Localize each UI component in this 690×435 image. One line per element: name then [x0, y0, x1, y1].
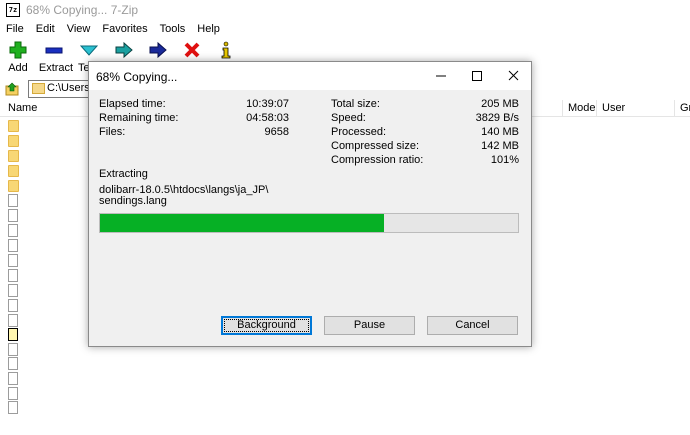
- remaining-time-label: Remaining time:: [99, 112, 179, 124]
- main-window-title: 68% Copying... 7-Zip: [26, 3, 139, 17]
- background-button[interactable]: Background: [221, 316, 312, 335]
- extract-label: Extract: [38, 62, 74, 74]
- close-button[interactable]: [495, 62, 531, 90]
- dialog-titlebar: 68% Copying...: [89, 62, 531, 90]
- copy-progress-dialog: 68% Copying... Elapsed time: 10:39:07 Re…: [88, 61, 532, 347]
- menu-edit[interactable]: Edit: [30, 21, 61, 39]
- column-user[interactable]: User: [602, 102, 625, 114]
- extract-button[interactable]: Extract: [36, 40, 76, 78]
- add-icon: [9, 41, 27, 59]
- main-titlebar: 7z 68% Copying... 7-Zip: [0, 0, 690, 20]
- file-icon[interactable]: [8, 314, 18, 327]
- close-icon: [508, 70, 519, 81]
- progress-bar-fill: [100, 214, 384, 232]
- menu-help[interactable]: Help: [191, 21, 226, 39]
- add-button[interactable]: Add: [0, 40, 36, 78]
- folder-icon[interactable]: [8, 150, 19, 162]
- pause-button[interactable]: Pause: [324, 316, 415, 335]
- processed-value: 140 MB: [481, 126, 519, 138]
- cancel-button-label: Cancel: [455, 319, 490, 331]
- focus-ring: [224, 319, 309, 332]
- column-group[interactable]: Gr: [680, 102, 690, 114]
- column-mode[interactable]: Mode: [568, 102, 596, 114]
- compression-ratio-label: Compression ratio:: [331, 154, 424, 166]
- 7zip-app-icon: 7z: [6, 3, 20, 17]
- file-icon[interactable]: [8, 224, 18, 237]
- speed-label: Speed:: [331, 112, 366, 124]
- maximize-button[interactable]: [459, 62, 495, 90]
- info-icon: [221, 41, 231, 59]
- move-icon: [149, 41, 167, 59]
- file-icon[interactable]: [8, 209, 18, 222]
- menu-favorites[interactable]: Favorites: [96, 21, 153, 39]
- file-icon[interactable]: [8, 387, 18, 400]
- menu-bar: File Edit View Favorites Tools Help: [0, 21, 226, 39]
- column-divider[interactable]: [596, 100, 597, 116]
- folder-icon: [32, 83, 45, 94]
- file-icon[interactable]: [8, 284, 18, 297]
- operation-label: Extracting: [99, 168, 148, 180]
- copy-icon: [115, 41, 133, 59]
- files-label: Files:: [99, 126, 126, 138]
- maximize-icon: [472, 71, 482, 81]
- column-name[interactable]: Name: [8, 102, 37, 114]
- file-icon[interactable]: [8, 401, 18, 414]
- extract-icon: [45, 47, 63, 54]
- elapsed-time-label: Elapsed time:: [99, 98, 166, 110]
- speed-value: 3829 B/s: [475, 112, 519, 124]
- add-label: Add: [8, 62, 28, 74]
- column-divider[interactable]: [674, 100, 675, 116]
- menu-view[interactable]: View: [61, 21, 97, 39]
- total-size-value: 205 MB: [481, 98, 519, 110]
- menu-file[interactable]: File: [0, 21, 30, 39]
- folder-up-icon[interactable]: [5, 82, 19, 96]
- folder-icon[interactable]: [8, 135, 19, 147]
- file-icon[interactable]: [8, 357, 18, 370]
- compressed-size-label: Compressed size:: [331, 140, 420, 152]
- minimize-icon: [436, 75, 446, 77]
- file-icon[interactable]: [8, 343, 18, 356]
- delete-icon: [184, 42, 200, 58]
- processed-label: Processed:: [331, 126, 387, 138]
- compression-ratio-value: 101%: [490, 154, 519, 166]
- file-icon[interactable]: [8, 372, 18, 385]
- settings-file-icon[interactable]: [8, 328, 18, 341]
- folder-icon[interactable]: [8, 180, 19, 192]
- file-icon[interactable]: [8, 254, 18, 267]
- total-size-label: Total size:: [331, 98, 380, 110]
- file-icon[interactable]: [8, 299, 18, 312]
- folder-icon[interactable]: [8, 120, 19, 132]
- file-icon[interactable]: [8, 239, 18, 252]
- progress-bar: [99, 213, 519, 233]
- compressed-size-value: 142 MB: [481, 140, 519, 152]
- current-file-name: sendings.lang: [99, 195, 167, 207]
- elapsed-time-value: 10:39:07: [246, 98, 289, 110]
- file-icon[interactable]: [8, 194, 18, 207]
- column-divider[interactable]: [562, 100, 563, 116]
- file-list: [0, 117, 88, 435]
- file-icon[interactable]: [8, 269, 18, 282]
- remaining-time-value: 04:58:03: [246, 112, 289, 124]
- dialog-title: 68% Copying...: [96, 70, 178, 84]
- files-value: 9658: [264, 126, 289, 138]
- pause-button-label: Pause: [353, 319, 386, 331]
- folder-icon[interactable]: [8, 165, 19, 177]
- minimize-button[interactable]: [423, 62, 459, 90]
- cancel-button[interactable]: Cancel: [427, 316, 518, 335]
- menu-tools[interactable]: Tools: [154, 21, 192, 39]
- test-icon: [80, 45, 98, 56]
